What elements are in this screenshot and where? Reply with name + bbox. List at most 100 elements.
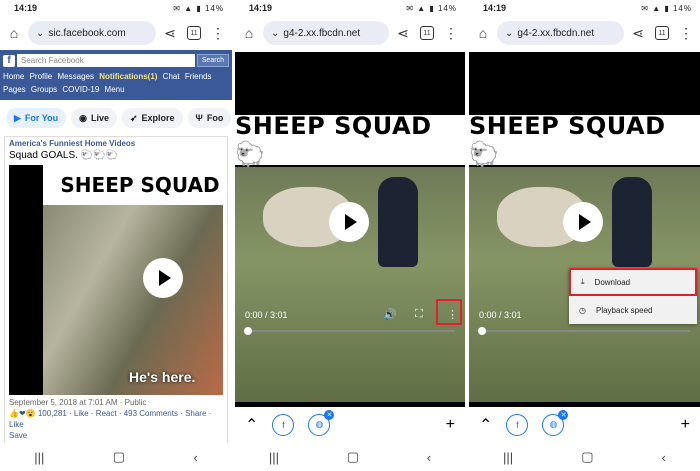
video-player[interactable]: SHEEP SQUAD 🐑 0:00 / 3:01 ⤓ Download ◷ P… xyxy=(469,52,700,407)
tab-switcher-button[interactable]: 11 xyxy=(417,23,437,43)
active-tab-icon[interactable]: ◍ ✕ xyxy=(542,409,569,436)
share-link[interactable]: Share xyxy=(185,409,206,418)
nav-profile[interactable]: Profile xyxy=(30,72,53,81)
video-player-panel: 14:19 ✉ ▲ ▮ 14% ⌂ ⌄ g4-2.xx.fbcdn.net ⋖ … xyxy=(235,0,465,471)
video-player[interactable]: SHEEP SQUAD 🐑 0:00 / 3:01 🔊 ⛶ ⋮ xyxy=(235,52,465,407)
facebook-tab-icon[interactable]: f xyxy=(506,413,529,436)
chip-for-you[interactable]: ▶ For You xyxy=(6,108,67,128)
food-icon: Ψ xyxy=(195,113,203,123)
menu-icon[interactable]: ⋮ xyxy=(676,23,696,43)
close-icon[interactable]: ✕ xyxy=(324,409,335,420)
url-text: sic.facebook.com xyxy=(48,27,126,39)
nav-notifications[interactable]: Notifications(1) xyxy=(99,72,157,81)
share-icon[interactable]: ⋖ xyxy=(393,23,413,43)
status-time: 14:19 xyxy=(14,3,38,13)
new-tab-icon[interactable]: + xyxy=(446,416,455,434)
facebook-tab-icon[interactable]: f xyxy=(272,413,295,436)
new-tab-icon[interactable]: + xyxy=(681,416,690,434)
url-bar[interactable]: ⌄ g4-2.xx.fbcdn.net xyxy=(263,21,389,45)
tab-switcher-button[interactable]: 11 xyxy=(652,23,672,43)
share-icon[interactable]: ⋖ xyxy=(160,23,180,43)
play-button[interactable] xyxy=(143,258,183,298)
browser-toolbar: ⌂ ⌄ sic.facebook.com ⋖ 11 ⋮ xyxy=(0,16,232,50)
progress-thumb[interactable] xyxy=(478,327,486,335)
post-author[interactable]: America's Funniest Home Videos xyxy=(9,139,223,148)
chip-live[interactable]: ◉ Live xyxy=(71,108,117,128)
progress-bar[interactable] xyxy=(479,330,690,332)
back-icon[interactable]: ‹ xyxy=(662,450,666,465)
volume-icon[interactable]: 🔊 xyxy=(383,308,397,321)
site-info-icon[interactable]: ⌄ xyxy=(505,28,513,39)
nav-pages[interactable]: Pages xyxy=(3,85,26,94)
back-icon[interactable]: ‹ xyxy=(193,450,197,465)
download-menu-item[interactable]: ⤓ Download xyxy=(569,268,697,296)
share-icon[interactable]: ⋖ xyxy=(628,23,648,43)
fullscreen-icon[interactable]: ⛶ xyxy=(415,308,423,321)
post-date: September 5, 2018 at 7:01 AM · Public xyxy=(9,398,147,407)
recents-icon[interactable]: ||| xyxy=(503,450,513,465)
back-icon[interactable]: ‹ xyxy=(427,450,431,465)
battery-level: 14% xyxy=(672,3,692,13)
chip-label: For You xyxy=(24,113,59,123)
playback-speed-label: Playback speed xyxy=(595,305,653,315)
battery-level: 14% xyxy=(204,3,224,13)
save-link[interactable]: Save xyxy=(9,431,27,440)
chevron-up-icon[interactable]: ⌃ xyxy=(479,415,492,435)
nav-groups[interactable]: Groups xyxy=(31,85,57,94)
menu-icon[interactable]: ⋮ xyxy=(441,23,461,43)
site-info-icon[interactable]: ⌄ xyxy=(36,28,44,39)
video-player-menu-panel: 14:19 ✉ ▲ ▮ 14% ⌂ ⌄ g4-2.xx.fbcdn.net ⋖ … xyxy=(469,0,700,471)
like-link-2[interactable]: Like xyxy=(9,420,24,429)
video-time: 0:00 / 3:01 xyxy=(245,310,288,320)
close-icon[interactable]: ✕ xyxy=(558,409,569,420)
chip-explore[interactable]: ➶ Explore xyxy=(121,108,183,128)
home-icon[interactable]: ⌂ xyxy=(473,23,493,43)
nav-chat[interactable]: Chat xyxy=(163,72,180,81)
post-video[interactable]: SHEEP SQUAD He's here. xyxy=(9,165,223,395)
home-icon[interactable]: ⌂ xyxy=(239,23,259,43)
reaction-count[interactable]: 100,281 xyxy=(38,409,67,418)
progress-bar[interactable] xyxy=(245,330,455,332)
nav-messages[interactable]: Messages xyxy=(58,72,94,81)
playback-speed-menu-item[interactable]: ◷ Playback speed xyxy=(569,296,697,324)
chevron-up-icon[interactable]: ⌃ xyxy=(245,415,258,435)
tab-switcher-button[interactable]: 11 xyxy=(184,23,204,43)
facebook-logo-icon[interactable]: f xyxy=(3,54,15,67)
site-info-icon[interactable]: ⌄ xyxy=(271,28,279,39)
react-link[interactable]: React xyxy=(96,409,117,418)
recents-icon[interactable]: ||| xyxy=(269,450,279,465)
search-input[interactable]: Search Facebook xyxy=(17,54,195,67)
like-link[interactable]: Like xyxy=(74,409,89,418)
play-button[interactable] xyxy=(563,202,603,242)
nav-home[interactable]: Home xyxy=(3,72,24,81)
progress-thumb[interactable] xyxy=(244,327,252,335)
tab-count: 11 xyxy=(187,26,201,40)
nav-friends[interactable]: Friends xyxy=(185,72,212,81)
status-icons: ✉ ▲ ▮ 14% xyxy=(173,3,224,13)
rocket-icon: ➶ xyxy=(129,112,138,123)
menu-icon[interactable]: ⋮ xyxy=(208,23,228,43)
tab-count: 11 xyxy=(420,26,434,40)
nav-menu[interactable]: Menu xyxy=(105,85,125,94)
chip-food[interactable]: Ψ Foo xyxy=(187,108,232,128)
video-time: 0:00 / 3:01 xyxy=(479,310,522,320)
highlight-more-options xyxy=(436,299,462,325)
home-nav-icon[interactable]: ▢ xyxy=(581,449,593,465)
comments-link[interactable]: 493 Comments xyxy=(124,409,178,418)
nav-covid[interactable]: COVID-19 xyxy=(62,85,99,94)
play-button[interactable] xyxy=(329,202,369,242)
url-bar[interactable]: ⌄ sic.facebook.com xyxy=(28,21,156,45)
play-icon: ▶ xyxy=(14,112,21,123)
home-nav-icon[interactable]: ▢ xyxy=(113,449,125,465)
bottom-toolbar: ⌃ f ◍ ✕ + xyxy=(235,407,465,442)
chip-label: Live xyxy=(90,113,109,123)
download-label: Download xyxy=(594,277,631,287)
home-nav-icon[interactable]: ▢ xyxy=(347,449,359,465)
search-button[interactable]: Search xyxy=(196,54,229,67)
recents-icon[interactable]: ||| xyxy=(34,450,44,465)
active-tab-icon[interactable]: ◍ ✕ xyxy=(308,409,335,436)
play-icon xyxy=(158,270,171,286)
home-icon[interactable]: ⌂ xyxy=(4,23,24,43)
status-time: 14:19 xyxy=(249,3,273,13)
url-bar[interactable]: ⌄ g4-2.xx.fbcdn.net xyxy=(497,21,624,45)
